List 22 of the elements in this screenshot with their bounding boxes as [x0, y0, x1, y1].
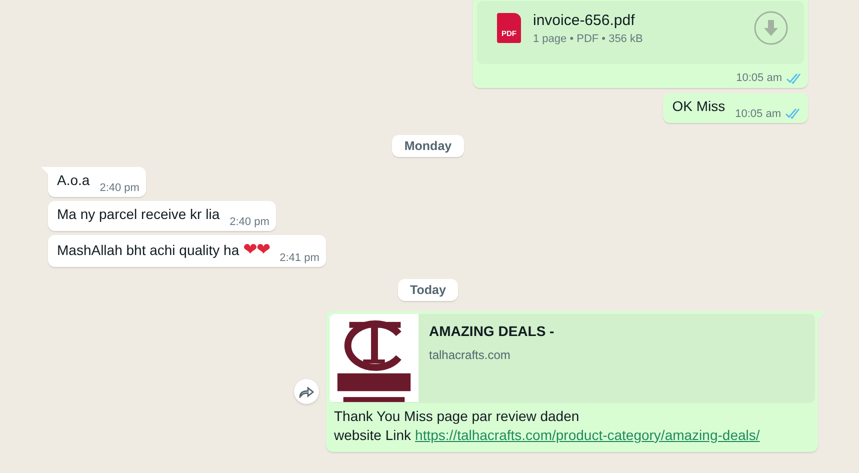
- message-text: Ma ny parcel receive kr lia: [57, 206, 220, 224]
- message-text: Thank You Miss page par review daden: [334, 407, 580, 426]
- hearts-emoji: ❤❤: [243, 240, 270, 262]
- message-time: 10:05 am: [736, 72, 782, 84]
- forward-arrow-icon: [298, 386, 314, 398]
- message-text: MashAllah bht achi quality ha: [57, 242, 240, 260]
- link-label: website Link: [334, 426, 412, 445]
- message-text: OK Miss: [672, 98, 726, 116]
- preview-title: AMAZING DEALS -: [429, 323, 554, 339]
- message-time: 10:05 am: [735, 108, 781, 120]
- message-time: 2:41 pm: [280, 252, 320, 264]
- preview-domain: talhacrafts.com: [429, 348, 512, 362]
- url-link[interactable]: https://talhacrafts.com/product-category/amazing-deals/: [415, 426, 760, 445]
- message-time: 2:40 pm: [100, 182, 140, 194]
- file-name: invoice-656.pdf: [533, 12, 636, 28]
- date-chip: Monday: [392, 135, 464, 157]
- message-time: 2:40 pm: [230, 216, 270, 228]
- link-preview-card[interactable]: AMAZING DEALS - talhacrafts.com: [329, 314, 815, 403]
- date-chip: Today: [398, 279, 458, 301]
- file-meta: 1 page • PDF • 356 kB: [533, 32, 644, 44]
- message-text: A.o.a: [57, 172, 90, 190]
- forward-button[interactable]: [294, 379, 319, 404]
